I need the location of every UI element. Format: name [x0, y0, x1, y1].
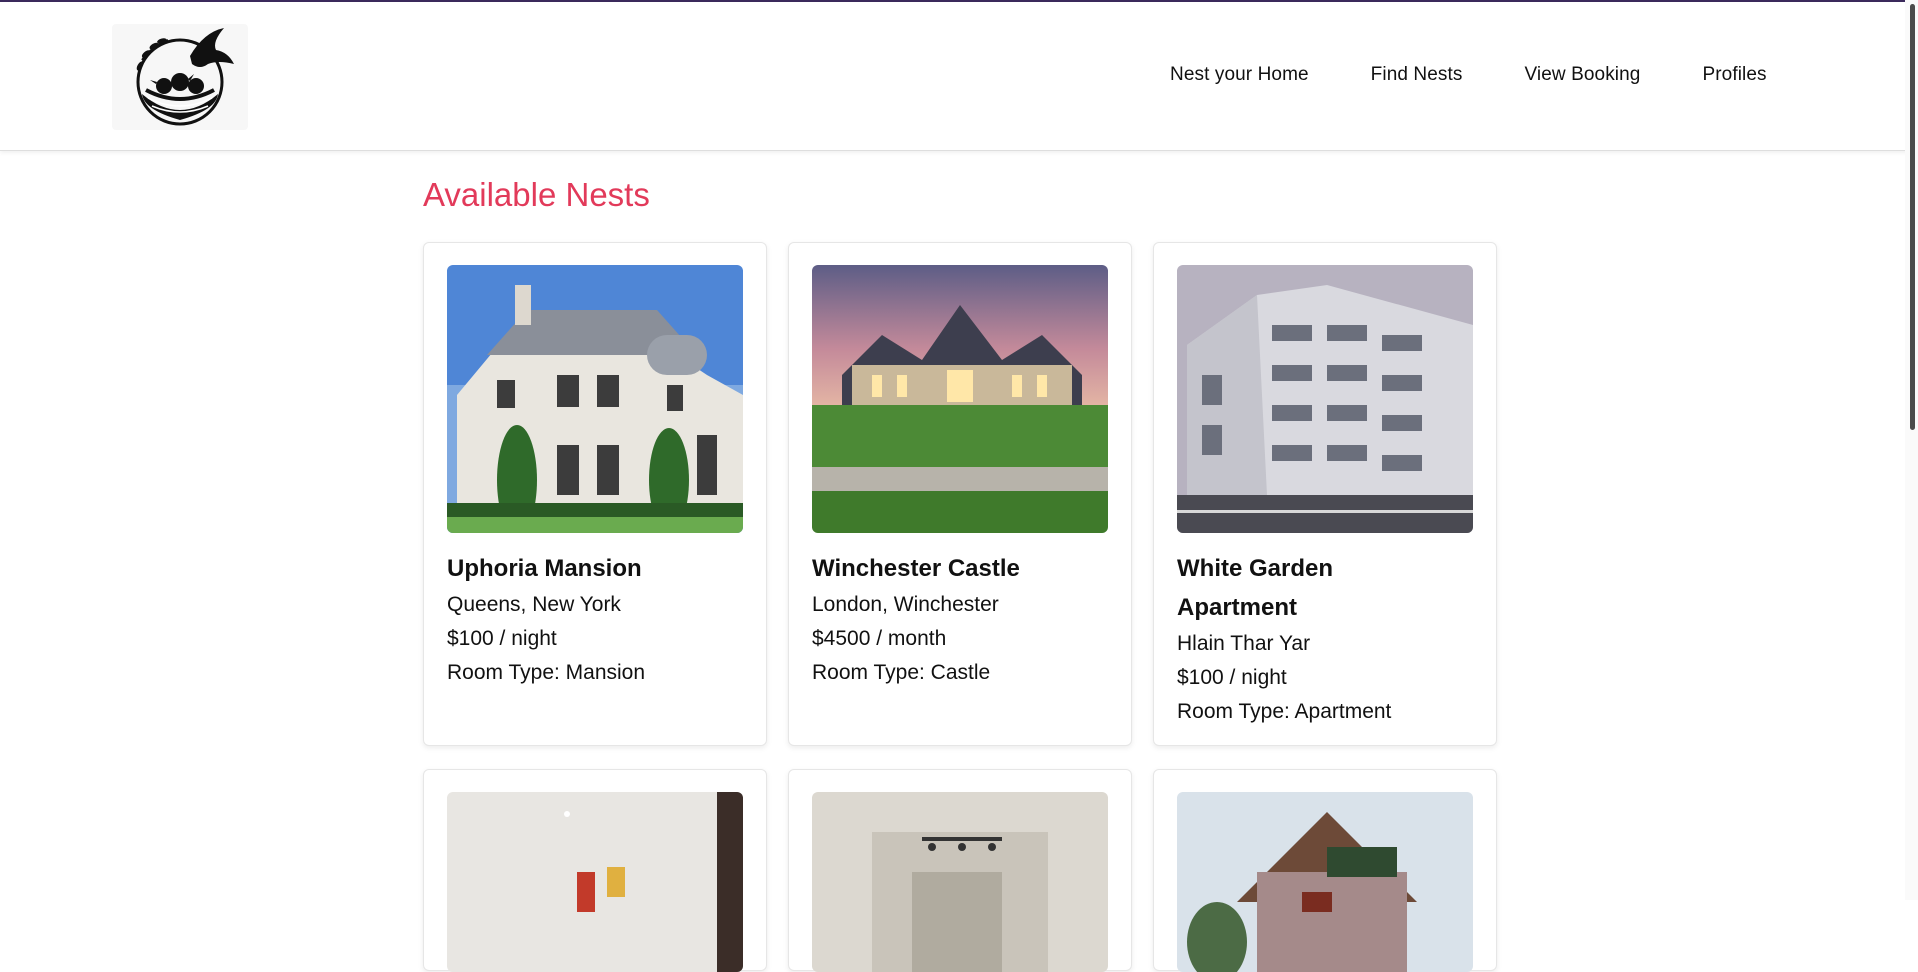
- listing-price: $100 / night: [1177, 666, 1287, 689]
- listing-card[interactable]: Uphoria Mansion Queens, New York $100 / …: [423, 242, 767, 746]
- listing-photo-modern-house[interactable]: [1177, 792, 1473, 972]
- listing-room-type: Room Type: Mansion: [447, 661, 646, 684]
- site-header: Nest your Home Find Nests View Booking P…: [0, 2, 1918, 151]
- listing-price: $4500 / month: [812, 627, 947, 650]
- listing-title[interactable]: White Garden Apartment: [1177, 549, 1377, 627]
- listing-photo-interior-living[interactable]: [447, 792, 743, 972]
- main-nav: Nest your Home Find Nests View Booking P…: [1170, 64, 1767, 86]
- page-title: Available Nests: [423, 176, 650, 213]
- nav-nest-your-home[interactable]: Nest your Home: [1170, 64, 1309, 86]
- listing-card[interactable]: Winchester Castle London, Winchester $45…: [788, 242, 1132, 746]
- listing-room-type: Room Type: Apartment: [1177, 700, 1392, 723]
- listing-card[interactable]: [1153, 769, 1497, 972]
- listing-location: Queens, New York: [447, 593, 621, 616]
- listing-location: London, Winchester: [812, 593, 999, 616]
- listing-location: Hlain Thar Yar: [1177, 632, 1311, 655]
- nav-profiles[interactable]: Profiles: [1702, 64, 1766, 86]
- listing-info: Uphoria Mansion Queens, New York $100 / …: [447, 549, 743, 690]
- listing-card[interactable]: [423, 769, 767, 972]
- listing-price: $100 / night: [447, 627, 557, 650]
- scrollbar[interactable]: [1905, 0, 1918, 900]
- bird-nest-icon: [136, 28, 234, 126]
- listing-title[interactable]: Uphoria Mansion: [447, 549, 743, 588]
- listing-photo-apartment[interactable]: [1177, 265, 1473, 533]
- listing-info: White Garden Apartment Hlain Thar Yar $1…: [1177, 549, 1473, 729]
- nav-find-nests[interactable]: Find Nests: [1371, 64, 1463, 86]
- listing-card[interactable]: White Garden Apartment Hlain Thar Yar $1…: [1153, 242, 1497, 746]
- listing-card[interactable]: [788, 769, 1132, 972]
- listing-photo-mansion[interactable]: [447, 265, 743, 533]
- nav-view-booking[interactable]: View Booking: [1524, 64, 1640, 86]
- listing-info: Winchester Castle London, Winchester $45…: [812, 549, 1108, 690]
- nest-logo[interactable]: [112, 24, 248, 130]
- scrollbar-thumb[interactable]: [1910, 4, 1915, 430]
- listing-title[interactable]: Winchester Castle: [812, 549, 1108, 588]
- listing-room-type: Room Type: Castle: [812, 661, 991, 684]
- listing-photo-castle[interactable]: [812, 265, 1108, 533]
- listing-photo-interior-hall[interactable]: [812, 792, 1108, 972]
